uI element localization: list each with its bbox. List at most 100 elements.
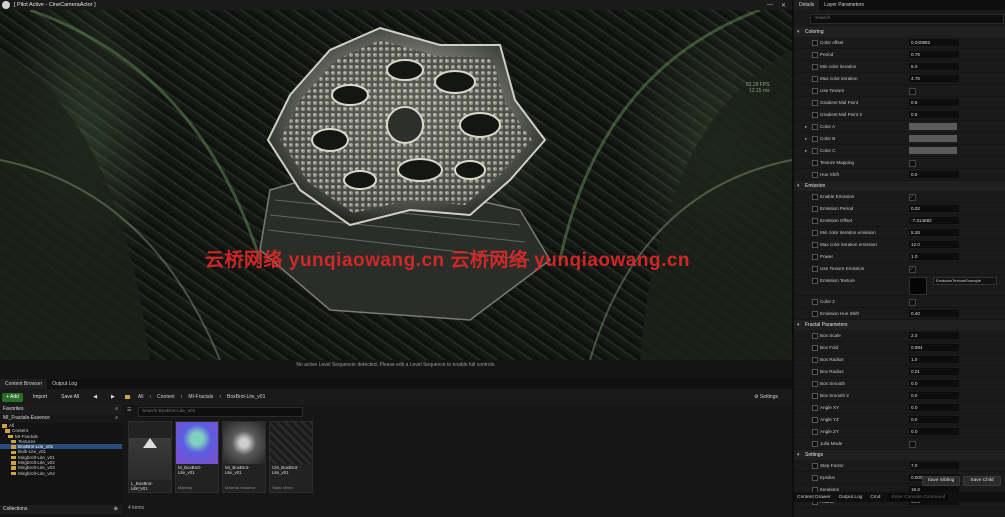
property-value-field[interactable]: -7.314682 [909, 217, 959, 224]
content-drawer-button[interactable]: Content Drawer [797, 495, 831, 500]
breadcrumb-content[interactable]: Content [157, 394, 175, 400]
override-checkbox[interactable] [812, 148, 818, 154]
override-checkbox[interactable] [812, 112, 818, 118]
override-checkbox[interactable] [812, 136, 818, 142]
override-checkbox[interactable] [812, 369, 818, 375]
property-value-field[interactable]: 0.5 [909, 111, 959, 118]
cmd-dropdown[interactable]: Cmd [870, 495, 880, 500]
property-value-field[interactable]: 12.0 [909, 241, 959, 248]
property-value-field[interactable]: 4.75 [909, 75, 959, 82]
property-value-field[interactable]: 0.0 [909, 380, 959, 387]
favorites-section[interactable]: Favorites ⌕ [0, 405, 122, 414]
texture-selector[interactable]: EmissionTextureExample [933, 277, 997, 285]
property-value-field[interactable]: 2.0 [909, 332, 959, 339]
property-value-field[interactable]: 5.26 [909, 229, 959, 236]
output-log-button[interactable]: Output Log [839, 495, 863, 500]
override-checkbox[interactable] [812, 160, 818, 166]
property-value-field[interactable]: 1.0 [909, 253, 959, 260]
override-checkbox[interactable] [812, 266, 818, 272]
override-checkbox[interactable] [812, 88, 818, 94]
property-checkbox[interactable] [909, 265, 916, 273]
close-icon[interactable]: ✕ [781, 2, 786, 9]
override-checkbox[interactable] [812, 278, 818, 284]
property-value-field[interactable]: 0.5 [909, 99, 959, 106]
save-sibling-button[interactable]: Save Sibling [922, 476, 960, 486]
override-checkbox[interactable] [812, 172, 818, 178]
category-header[interactable]: Fractal Parameters [794, 320, 1005, 330]
filter-icon[interactable]: ☰ [127, 407, 135, 415]
override-checkbox[interactable] [812, 417, 818, 423]
add-button[interactable]: + Add [2, 392, 23, 402]
texture-thumbnail[interactable] [909, 277, 927, 295]
add-collection-icon[interactable]: ⊕ [114, 505, 118, 514]
override-checkbox[interactable] [812, 345, 818, 351]
collections-section[interactable]: Collections ⊕ [0, 505, 122, 514]
property-value-field[interactable]: 0.984 [909, 344, 959, 351]
override-checkbox[interactable] [812, 218, 818, 224]
override-checkbox[interactable] [812, 311, 818, 317]
tab-output-log[interactable]: Output Log [47, 379, 82, 389]
override-checkbox[interactable] [812, 357, 818, 363]
override-checkbox[interactable] [812, 124, 818, 130]
window-controls[interactable]: — ✕ [767, 2, 792, 9]
override-checkbox[interactable] [812, 405, 818, 411]
override-checkbox[interactable] [812, 441, 818, 447]
fractal-render[interactable] [0, 10, 792, 360]
category-header[interactable]: Coloring [794, 27, 1005, 37]
override-checkbox[interactable] [812, 52, 818, 58]
details-search-input[interactable]: Search [810, 14, 1004, 24]
search-icon[interactable]: ⌕ [115, 405, 118, 414]
override-checkbox[interactable] [812, 230, 818, 236]
property-value-field[interactable]: 7.0 [909, 462, 959, 469]
property-value-field[interactable]: 0.02 [909, 205, 959, 212]
tab-content-browser[interactable]: Content Browser [0, 379, 48, 389]
override-checkbox[interactable] [812, 100, 818, 106]
category-header[interactable]: Settings [794, 450, 1005, 460]
override-checkbox[interactable] [812, 254, 818, 260]
asset-tile[interactable]: CM_BoxBrot-Lite_v01 Static Mesh [269, 421, 313, 493]
forward-icon[interactable]: ▶ [107, 393, 119, 402]
console-input[interactable]: Enter Console Command [888, 493, 949, 501]
category-header[interactable]: Emission [794, 181, 1005, 191]
expand-arrow-icon[interactable]: ▸ [805, 121, 807, 132]
level-viewport[interactable]: [ Pilot Active - CineCameraActor ] — ✕ 8… [0, 0, 792, 379]
asset-tile[interactable]: L_BoxBrot-Lite_v01 Level [128, 421, 172, 493]
property-checkbox[interactable] [909, 193, 916, 201]
property-value-field[interactable]: 0.76 [909, 51, 959, 58]
back-icon[interactable]: ◀ [89, 393, 101, 402]
property-value-field[interactable]: 6.0 [909, 63, 959, 70]
override-checkbox[interactable] [812, 381, 818, 387]
property-value-field[interactable]: 0.040882 [909, 39, 959, 46]
override-checkbox[interactable] [812, 429, 818, 435]
property-value-field[interactable]: 1.0 [909, 356, 959, 363]
expand-arrow-icon[interactable]: ▸ [805, 133, 807, 144]
breadcrumb-all[interactable]: All [138, 394, 144, 400]
project-section[interactable]: MI_Fractals-Essence ⌕ [0, 414, 122, 423]
settings-button[interactable]: ⚙ Settings [754, 394, 778, 400]
save-all-button[interactable]: Save All [57, 393, 83, 402]
override-checkbox[interactable] [812, 76, 818, 82]
property-value-field[interactable]: 0.40 [909, 310, 959, 317]
minimize-icon[interactable]: — [767, 2, 773, 9]
breadcrumb-boxbrot[interactable]: BoxBrot-Lite_v01 [227, 394, 265, 400]
property-checkbox[interactable] [909, 87, 916, 95]
override-checkbox[interactable] [812, 194, 818, 200]
override-checkbox[interactable] [812, 242, 818, 248]
override-checkbox[interactable] [812, 40, 818, 46]
property-checkbox[interactable] [909, 440, 916, 448]
override-checkbox[interactable] [812, 206, 818, 212]
property-checkbox[interactable] [909, 298, 916, 306]
property-value-field[interactable]: 0.0 [909, 404, 959, 411]
property-value-field[interactable]: 0.0 [909, 392, 959, 399]
expand-arrow-icon[interactable]: ▸ [805, 145, 807, 156]
property-value-field[interactable]: 0.0 [909, 171, 959, 178]
color-swatch[interactable] [909, 123, 957, 130]
property-value-field[interactable]: 0.01 [909, 368, 959, 375]
color-swatch[interactable] [909, 135, 957, 142]
override-checkbox[interactable] [812, 463, 818, 469]
asset-search-input[interactable]: Search BoxBrot-Lite_v01 [138, 407, 303, 417]
override-checkbox[interactable] [812, 64, 818, 70]
property-value-field[interactable]: 0.0 [909, 428, 959, 435]
color-swatch[interactable] [909, 147, 957, 154]
search-icon[interactable]: ⌕ [115, 414, 118, 423]
